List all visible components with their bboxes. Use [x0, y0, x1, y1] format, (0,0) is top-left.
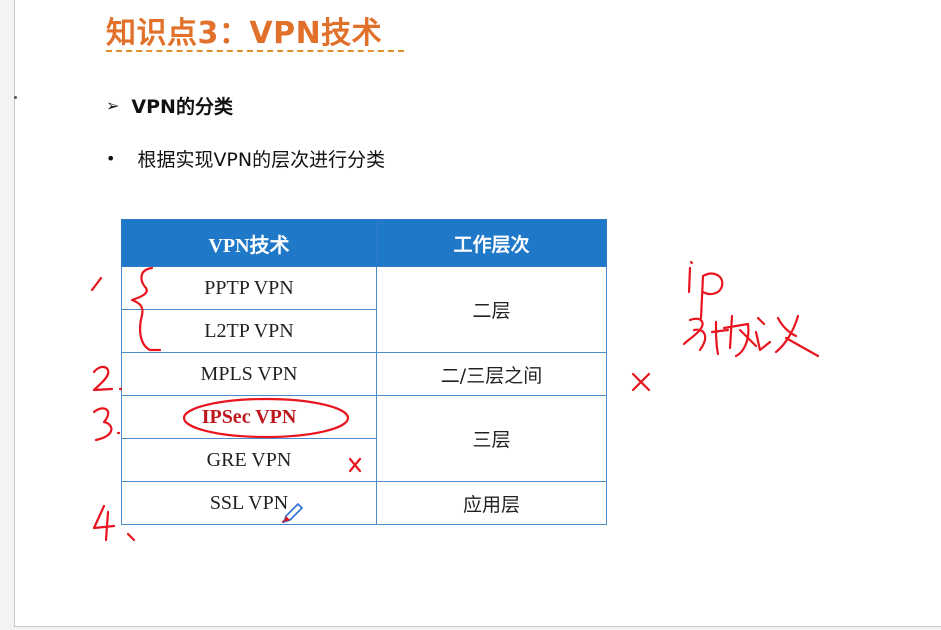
layer-cell: 二/三层之间: [376, 352, 607, 396]
bullet-text: 根据实现VPN的层次进行分类: [137, 149, 386, 171]
dot-mark: [14, 96, 17, 99]
tech-cell: MPLS VPN: [121, 352, 377, 396]
bullet-item: • 根据实现VPN的层次进行分类: [106, 145, 385, 172]
table-row: MPLS VPN 二/三层之间: [121, 352, 607, 396]
layer-cell: 应用层: [376, 481, 607, 525]
tech-cell: L2TP VPN: [121, 309, 377, 353]
header-vpn-tech: VPN技术: [121, 219, 377, 267]
pen-cursor-icon: [282, 502, 304, 524]
table-row: SSL VPN 应用层: [121, 481, 607, 525]
heading-text: VPN的分类: [131, 96, 233, 118]
title-underline: [106, 50, 404, 52]
bullet-dot-icon: •: [106, 149, 116, 168]
layer-cell: 三层: [376, 395, 607, 482]
tech-cell: GRE VPN: [121, 438, 377, 482]
tech-cell-highlighted: IPSec VPN: [121, 395, 377, 439]
slide-title: 知识点3：VPN技术: [106, 16, 383, 51]
table-header-row: VPN技术 工作层次: [121, 219, 607, 267]
tech-cell: PPTP VPN: [121, 266, 377, 310]
section-heading: ➢ VPN的分类: [106, 92, 233, 119]
header-work-layer: 工作层次: [376, 219, 607, 267]
table-row: IPSec VPN 三层: [121, 395, 607, 482]
layer-cell: 二层: [376, 266, 607, 353]
arrow-bullet-icon: ➢: [106, 96, 120, 115]
vpn-table: VPN技术 工作层次 PPTP VPN 二层 L2TP VPN MPLS VPN…: [121, 219, 607, 525]
tech-cell: SSL VPN: [121, 481, 377, 525]
table-row: PPTP VPN 二层: [121, 266, 607, 353]
